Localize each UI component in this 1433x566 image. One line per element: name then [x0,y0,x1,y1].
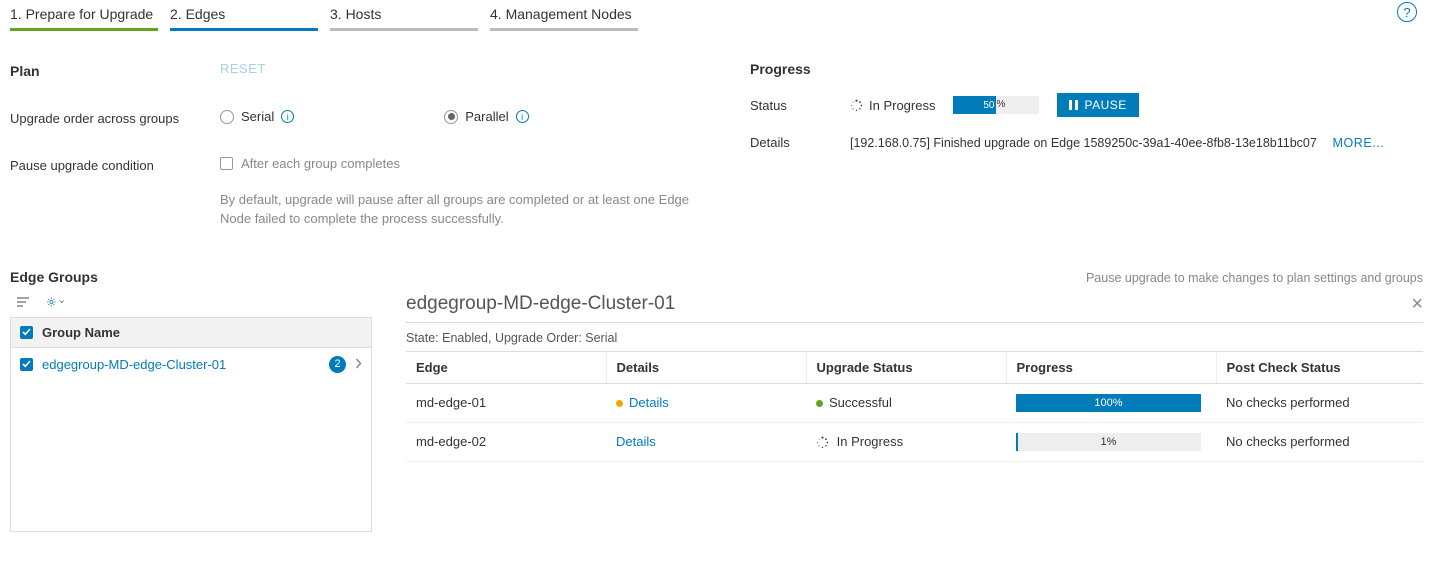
edge-groups-title: Edge Groups [10,269,98,285]
checkbox-group[interactable] [20,358,33,371]
radio-circle-icon [220,110,234,124]
group-name-link[interactable]: edgegroup-MD-edge-Cluster-01 [42,357,320,372]
wizard-tabs: 1. Prepare for Upgrade 2. Edges 3. Hosts… [10,0,1423,31]
radio-parallel-label: Parallel [465,109,508,124]
info-icon[interactable]: i [516,110,529,123]
details-link[interactable]: Details [629,395,669,410]
detail-title: edgegroup-MD-edge-Cluster-01 [406,293,675,315]
col-edge: Edge [406,351,606,383]
col-group-name: Group Name [42,325,120,340]
col-progress: Progress [1006,351,1216,383]
plan-help-text: By default, upgrade will pause after all… [220,191,690,229]
spinner-icon [850,99,863,112]
edge-groups-hint: Pause upgrade to make changes to plan se… [1086,271,1423,285]
detail-state-line: State: Enabled, Upgrade Order: Serial [406,331,1423,345]
cell-edge: md-edge-01 [406,383,606,422]
details-text: [192.168.0.75] Finished upgrade on Edge … [850,136,1317,150]
pause-opt-label: After each group completes [241,156,400,171]
edge-table: Edge Details Upgrade Status Progress Pos… [406,351,1423,462]
radio-circle-icon [444,110,458,124]
info-icon[interactable]: i [281,110,294,123]
checkbox-pause-each-group[interactable] [220,157,233,170]
radio-serial[interactable]: Serial i [220,109,294,124]
reset-button[interactable]: RESET [220,61,266,76]
spinner-icon [816,436,829,449]
progress-title: Progress [750,61,1423,77]
tab-mgmt-nodes[interactable]: 4. Management Nodes [490,0,638,31]
help-icon[interactable]: ? [1397,2,1417,22]
status-dot-icon [816,400,823,407]
status-dot-icon [616,400,623,407]
more-link[interactable]: MORE... [1332,136,1384,150]
close-icon[interactable]: × [1411,293,1423,316]
row-progress-bar: 1% [1016,433,1201,451]
table-row: md-edge-01 Details Successful 100% No ch… [406,383,1423,422]
table-row: md-edge-02 Details In Progress 1% No che… [406,422,1423,461]
pause-button[interactable]: PAUSE [1057,93,1138,117]
gear-icon[interactable] [46,293,64,311]
tab-edges[interactable]: 2. Edges [170,0,318,31]
radio-serial-label: Serial [241,109,274,124]
group-row[interactable]: edgegroup-MD-edge-Cluster-01 2 [11,348,371,381]
group-count-badge: 2 [329,356,346,373]
pause-icon [1069,100,1078,110]
cell-post: No checks performed [1216,422,1423,461]
plan-title: Plan [10,61,220,79]
pause-cond-label: Pause upgrade condition [10,156,220,229]
cell-edge: md-edge-02 [406,422,606,461]
chevron-down-icon [59,298,64,305]
cell-status: In Progress [837,434,903,449]
group-list: Group Name edgegroup-MD-edge-Cluster-01 … [10,317,372,532]
status-value: In Progress [850,98,935,113]
col-status: Upgrade Status [806,351,1006,383]
row-progress-bar: 100% [1016,394,1201,412]
progress-bar: 50% [953,96,1039,114]
tab-hosts[interactable]: 3. Hosts [330,0,478,31]
details-label: Details [750,135,850,150]
status-label: Status [750,98,850,113]
reorder-icon[interactable] [14,293,32,311]
cell-post: No checks performed [1216,383,1423,422]
radio-parallel[interactable]: Parallel i [444,109,528,124]
col-post: Post Check Status [1216,351,1423,383]
col-details: Details [606,351,806,383]
checkbox-all-groups[interactable] [20,326,33,339]
details-link[interactable]: Details [616,434,656,449]
cell-status: Successful [829,395,892,410]
chevron-right-icon [355,357,362,372]
tab-prepare[interactable]: 1. Prepare for Upgrade [10,0,158,31]
order-label: Upgrade order across groups [10,109,220,126]
